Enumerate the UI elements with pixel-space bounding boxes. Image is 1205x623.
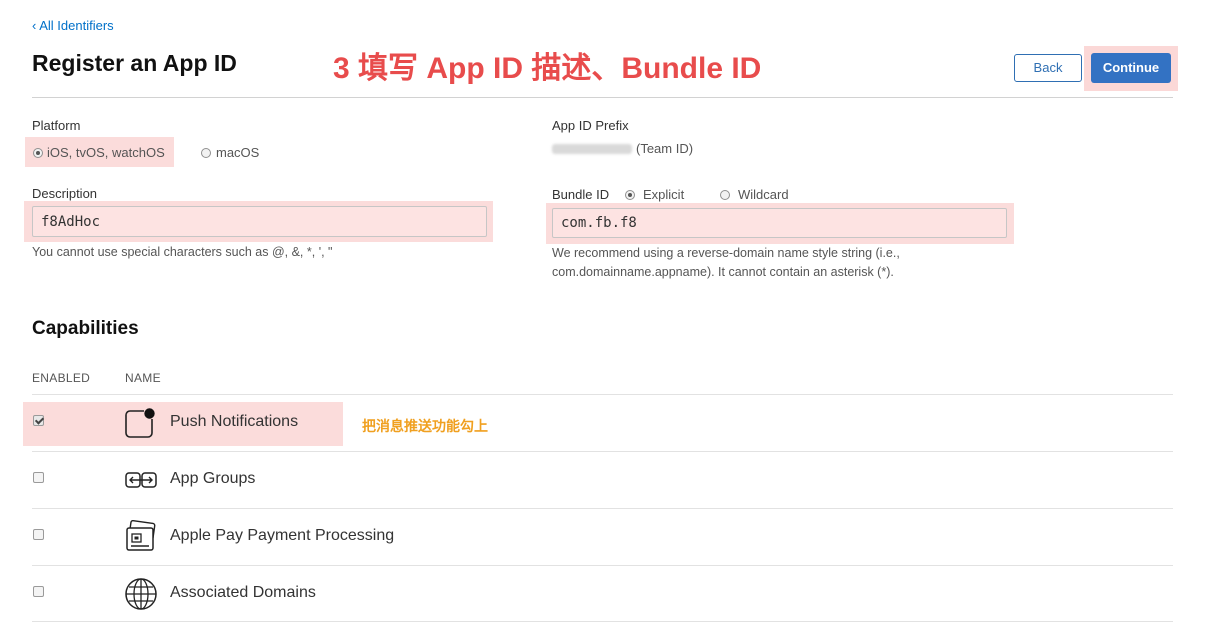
header-divider: [32, 97, 1173, 98]
radio-wildcard[interactable]: [720, 189, 730, 200]
team-id-suffix: (Team ID): [636, 141, 694, 156]
app-id-prefix-label: App ID Prefix: [552, 118, 629, 133]
description-hint: You cannot use special characters such a…: [32, 245, 333, 259]
capability-name-associated-domains: Associated Domains: [170, 584, 316, 601]
bundle-id-hint-line1: We recommend using a reverse-domain name…: [552, 246, 900, 260]
radio-ios-selected[interactable]: [33, 147, 43, 158]
table-row-divider: [32, 621, 1173, 622]
annotation-step-3: 3 填写 App ID 描述、Bundle ID: [333, 52, 762, 85]
capability-name-app-groups: App Groups: [170, 470, 256, 487]
platform-label: Platform: [32, 118, 81, 133]
apple-pay-icon: [124, 519, 158, 554]
table-row-divider: [32, 508, 1173, 509]
app-groups-icon: [124, 469, 158, 491]
column-header-name: NAME: [125, 371, 161, 385]
bundle-option-explicit-label: Explicit: [643, 187, 685, 202]
annotation-enable-push: 把消息推送功能勾上: [362, 418, 488, 434]
capability-name-apple-pay: Apple Pay Payment Processing: [170, 527, 395, 544]
apple-pay-checkbox[interactable]: [33, 529, 44, 540]
bundle-id-hint-line2: com.domainname.appname). It cannot conta…: [552, 265, 894, 279]
back-button[interactable]: Back: [1014, 54, 1082, 82]
radio-explicit-selected[interactable]: [625, 189, 635, 200]
table-row-divider: [32, 565, 1173, 566]
radio-macos[interactable]: [201, 147, 211, 158]
bundle-option-explicit[interactable]: Explicit: [625, 187, 684, 202]
platform-option-ios[interactable]: iOS, tvOS, watchOS: [33, 145, 165, 160]
column-header-enabled: ENABLED: [32, 371, 91, 385]
globe-icon: [124, 577, 158, 611]
bundle-option-wildcard-label: Wildcard: [738, 187, 789, 202]
capabilities-title: Capabilities: [32, 318, 139, 339]
app-groups-checkbox[interactable]: [33, 472, 44, 483]
description-label: Description: [32, 186, 98, 201]
platform-option-macos-label: macOS: [216, 145, 260, 160]
continue-button[interactable]: Continue: [1091, 53, 1171, 83]
description-input[interactable]: [32, 206, 487, 237]
capability-name-push-notifications: Push Notifications: [170, 413, 299, 430]
all-identifiers-link[interactable]: ‹ All Identifiers: [32, 18, 114, 33]
team-id-blurred: [552, 143, 632, 154]
page-title: Register an App ID: [32, 50, 237, 76]
platform-option-ios-label: iOS, tvOS, watchOS: [47, 145, 165, 160]
push-notifications-icon: [124, 407, 156, 439]
bundle-option-wildcard[interactable]: Wildcard: [720, 187, 789, 202]
bundle-id-label: Bundle ID: [552, 187, 610, 202]
table-header-divider: [32, 394, 1173, 395]
platform-option-macos[interactable]: macOS: [201, 145, 259, 160]
table-row-divider: [32, 451, 1173, 452]
app-id-prefix-value: (Team ID): [552, 141, 693, 156]
bundle-id-input[interactable]: [552, 208, 1007, 238]
push-notifications-checkbox[interactable]: [33, 415, 44, 426]
associated-domains-checkbox[interactable]: [33, 586, 44, 597]
